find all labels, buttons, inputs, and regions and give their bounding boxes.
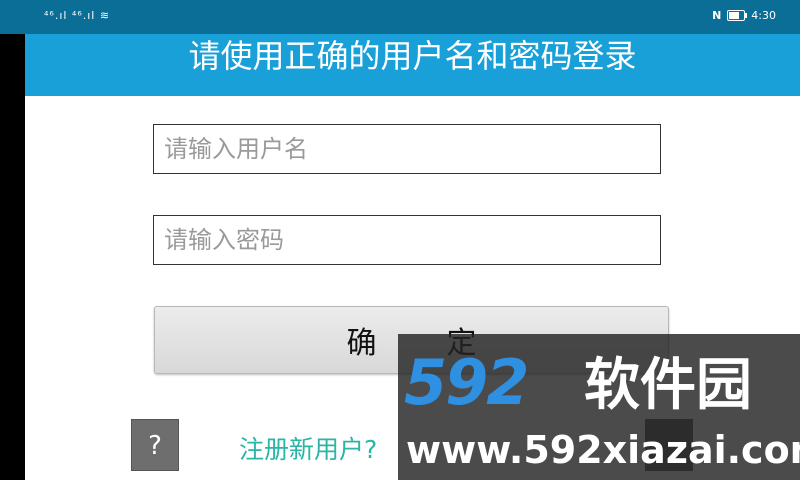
signal-wifi-icons: ⁴⁶.ıl ⁴⁶.ıl ≋: [44, 9, 111, 22]
help-button[interactable]: ?: [131, 419, 179, 471]
username-input[interactable]: [153, 124, 661, 174]
nfc-icon: N: [712, 9, 722, 22]
watermark-logo: 592: [404, 346, 529, 419]
title-banner: 请使用正确的用户名和密码登录: [25, 34, 800, 96]
register-link[interactable]: 注册新用户?: [239, 430, 377, 466]
watermark: 592 软件园 www.592xiazai.com: [398, 334, 800, 480]
watermark-name: 软件园: [584, 353, 752, 418]
clock: 4:30: [751, 9, 776, 22]
page-title: 请使用正确的用户名和密码登录: [188, 37, 637, 75]
battery-icon: [727, 10, 748, 21]
watermark-url: www.592xiazai.com: [406, 428, 800, 472]
status-bar: ⁴⁶.ıl ⁴⁶.ıl ≋ N 4:30: [0, 0, 800, 34]
password-input[interactable]: [153, 215, 661, 265]
status-right: N 4:30: [712, 9, 776, 22]
